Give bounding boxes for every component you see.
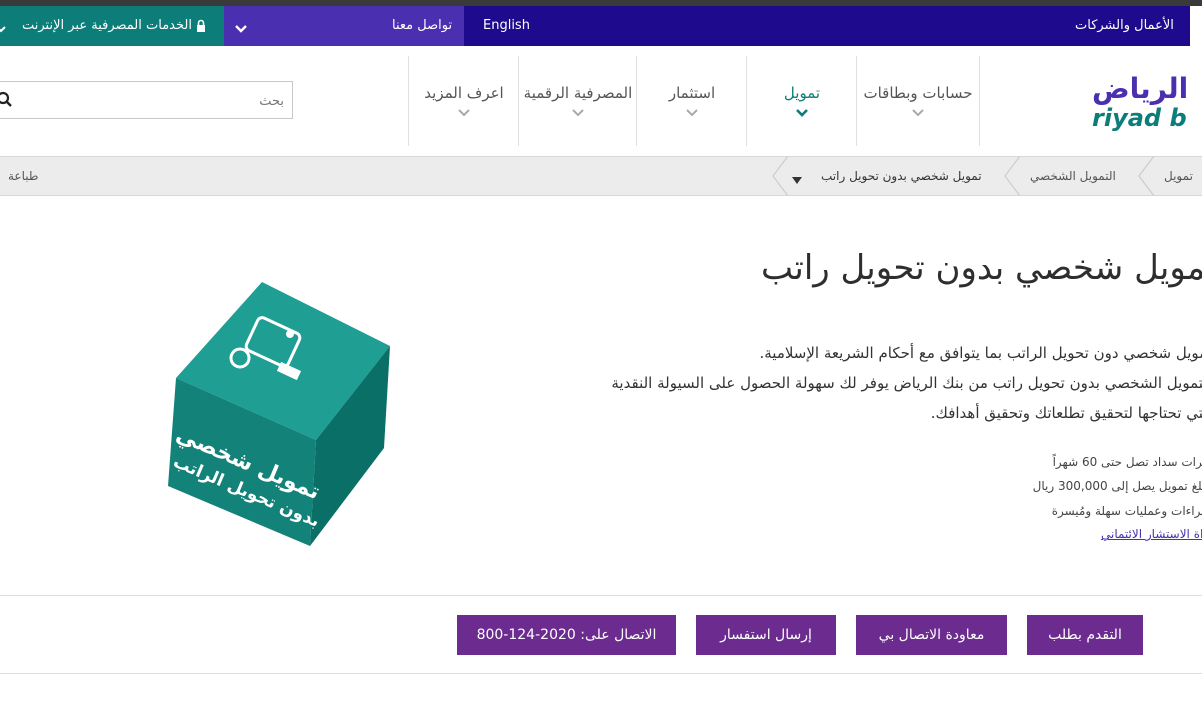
online-banking-label: الخدمات المصرفية عبر الإنترنت — [22, 18, 192, 33]
intro-paragraph-line: التمويل الشخصي بدون تحويل راتب من بنك ال… — [611, 374, 1202, 392]
intro-paragraph-line: تمويل شخصي دون تحويل الراتب بما يتوافق م… — [759, 344, 1202, 362]
online-banking-button[interactable]: الخدمات المصرفية عبر الإنترنت — [0, 6, 224, 46]
page-title: تمويل شخصي بدون تحويل راتب — [761, 248, 1202, 288]
personal-finance-cube-illustration: تمويل شخصي بدون تحويل الراتب — [160, 280, 400, 550]
search-box — [0, 81, 293, 120]
logo-latin[interactable]: riyad b — [1092, 104, 1187, 132]
chevron-down-icon — [857, 106, 979, 120]
send-inquiry-button[interactable]: إرسال استفسار — [696, 615, 836, 655]
credit-advisory-tool-link[interactable]: أداة الاستشار الائتماني — [1101, 527, 1202, 541]
print-link[interactable]: طباعة — [8, 156, 38, 196]
nav-label: استثمار — [668, 84, 716, 102]
apply-button[interactable]: التقدم بطلب — [1027, 615, 1143, 655]
lock-icon — [196, 18, 206, 32]
chevron-down-icon — [519, 106, 637, 120]
feature-item: إجراءات وعمليات سهلة ومُيسرة — [1051, 504, 1202, 518]
chevron-down-icon — [234, 20, 248, 33]
feature-item: فترات سداد تصل حتى 60 شهراً — [1052, 455, 1202, 469]
call-us-button[interactable]: الاتصال على: 2020-124-800 — [457, 615, 676, 655]
contact-us-label: تواصل معنا — [392, 18, 453, 33]
chevron-down-icon — [747, 106, 857, 120]
request-callback-button[interactable]: معاودة الاتصال بي — [856, 615, 1007, 655]
breadcrumb-separator-icon — [1134, 155, 1164, 197]
breadcrumb-dropdown-icon[interactable] — [791, 171, 803, 184]
nav-label: اعرف المزيد — [424, 84, 504, 102]
search-input[interactable] — [12, 82, 286, 120]
breadcrumb-item-personal-finance[interactable]: التمويل الشخصي — [1030, 156, 1116, 196]
nav-label: تمويل — [783, 84, 821, 102]
section-divider — [0, 595, 1202, 596]
nav-item-accounts-cards[interactable]: حسابات وبطاقات — [856, 56, 980, 146]
nav-item-finance[interactable]: تمويل — [746, 56, 857, 146]
contact-us-button[interactable]: تواصل معنا — [224, 6, 464, 46]
chevron-down-icon — [0, 19, 6, 33]
section-divider — [0, 673, 1202, 674]
search-icon[interactable] — [0, 90, 12, 108]
breadcrumb-item-current[interactable]: تمويل شخصي بدون تحويل راتب — [821, 156, 982, 196]
top-bar-gap — [1190, 6, 1202, 46]
intro-paragraph-line: التي تحتاجها لتحقيق تطلعاتك وتحقيق أهداف… — [930, 404, 1202, 422]
language-switch-english[interactable]: English — [483, 6, 530, 46]
nav-label: المصرفية الرقمية — [523, 84, 633, 102]
chevron-down-icon — [637, 106, 747, 120]
nav-item-digital-banking[interactable]: المصرفية الرقمية — [518, 56, 637, 146]
business-link[interactable]: الأعمال والشركات — [1075, 6, 1174, 46]
nav-item-investment[interactable]: استثمار — [636, 56, 747, 146]
nav-label: حسابات وبطاقات — [863, 84, 973, 102]
feature-item: مبلغ تمويل يصل إلى 300,000 ريال — [1032, 479, 1202, 493]
logo-arabic[interactable]: الرياض — [1092, 72, 1188, 105]
breadcrumb-item-finance[interactable]: تمويل — [1164, 156, 1193, 196]
chevron-down-icon — [409, 106, 519, 120]
breadcrumb-separator-icon — [1000, 155, 1030, 197]
nav-item-learn-more[interactable]: اعرف المزيد — [408, 56, 519, 146]
